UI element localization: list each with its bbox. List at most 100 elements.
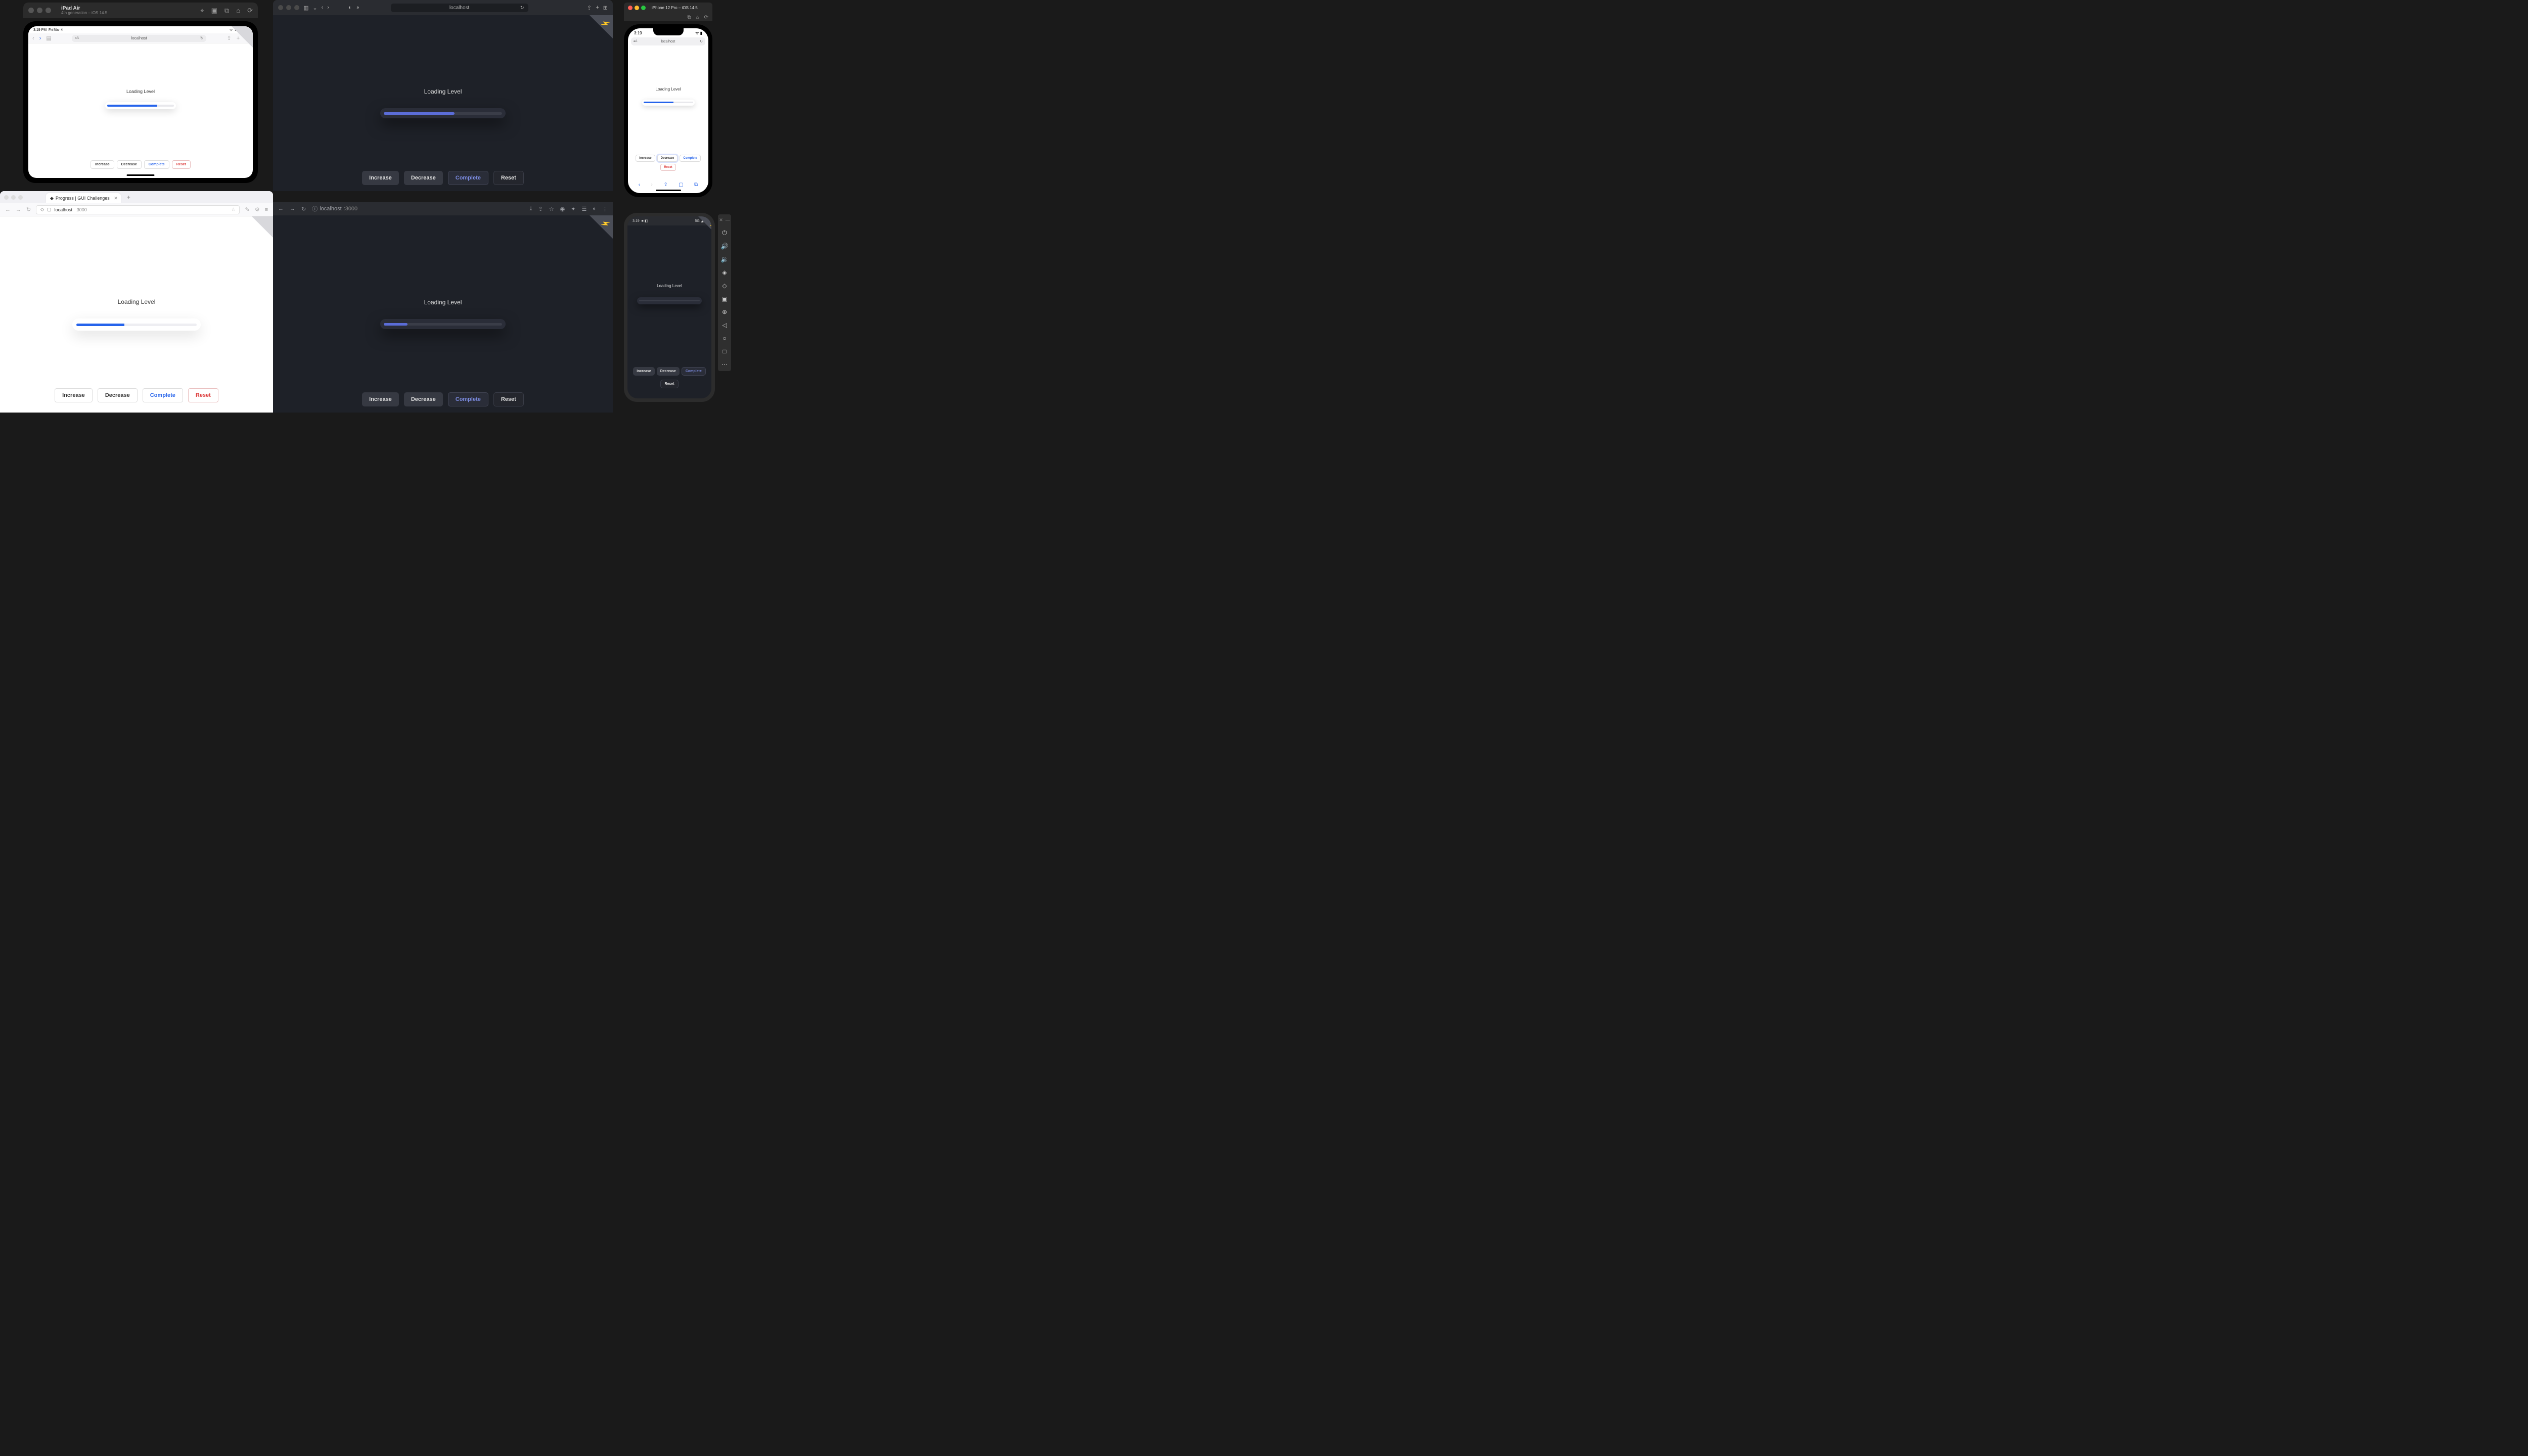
- reset-button[interactable]: Reset: [172, 160, 191, 169]
- close-icon[interactable]: [28, 8, 34, 13]
- tabs-icon[interactable]: ⧉: [694, 182, 698, 188]
- url-field[interactable]: localhost ↻: [391, 4, 528, 12]
- complete-button[interactable]: Complete: [448, 392, 488, 406]
- decrease-button[interactable]: Decrease: [98, 388, 138, 402]
- increase-button[interactable]: Increase: [55, 388, 93, 402]
- install-icon[interactable]: ⤓: [530, 206, 532, 212]
- decrease-button[interactable]: Decrease: [657, 155, 678, 162]
- forward-icon[interactable]: ›: [651, 182, 653, 188]
- decrease-button[interactable]: Decrease: [404, 392, 443, 406]
- sidebar-icon[interactable]: ▥: [303, 5, 308, 11]
- volume-up-icon[interactable]: 🔊: [721, 243, 729, 250]
- refresh-icon[interactable]: ↻: [200, 36, 204, 40]
- forward-icon[interactable]: ›: [327, 5, 329, 11]
- info-icon[interactable]: ⓘ: [312, 205, 318, 213]
- home-icon[interactable]: ⌂: [696, 15, 699, 20]
- complete-button[interactable]: Complete: [448, 171, 488, 185]
- share-icon[interactable]: ⇪: [587, 5, 592, 11]
- close-icon[interactable]: [4, 195, 9, 200]
- shield-icon[interactable]: ◐: [348, 5, 352, 11]
- bookmark-icon[interactable]: ☆: [231, 207, 235, 212]
- tabs-grid-icon[interactable]: ⊞: [603, 5, 608, 11]
- url-field[interactable]: ⓘ localhost:3000: [312, 205, 357, 213]
- forward-icon[interactable]: ›: [39, 35, 41, 41]
- volume-down-icon[interactable]: 🔉: [721, 256, 729, 263]
- complete-button[interactable]: Complete: [682, 367, 706, 376]
- complete-button[interactable]: Complete: [144, 160, 169, 169]
- eyedropper-icon[interactable]: ✎: [245, 206, 249, 213]
- lock-icon[interactable]: ▢: [47, 207, 52, 212]
- reset-button[interactable]: Reset: [660, 164, 675, 171]
- reset-button[interactable]: Reset: [188, 388, 218, 402]
- tab-close-icon[interactable]: ✕: [114, 196, 118, 201]
- refresh-icon[interactable]: ↻: [26, 206, 31, 213]
- refresh-icon[interactable]: ↻: [520, 5, 524, 11]
- share-icon[interactable]: ⇪: [538, 206, 543, 212]
- decrease-button[interactable]: Decrease: [404, 171, 443, 185]
- close-icon[interactable]: [278, 5, 283, 10]
- decrease-button[interactable]: Decrease: [657, 367, 680, 376]
- bookmark-icon[interactable]: ☆: [549, 206, 554, 212]
- share-icon[interactable]: ⇪: [663, 182, 667, 188]
- minimize-icon[interactable]: [286, 5, 291, 10]
- increase-button[interactable]: Increase: [636, 155, 655, 162]
- more-icon[interactable]: ⋯: [721, 361, 728, 368]
- screenshot-icon[interactable]: ⧉: [687, 15, 691, 20]
- account-icon[interactable]: ◐: [593, 206, 596, 212]
- refresh-icon[interactable]: ↻: [301, 206, 306, 212]
- reading-list-icon[interactable]: ☰: [581, 206, 586, 212]
- home-icon[interactable]: ⌂: [236, 7, 240, 15]
- devtools-flag-icon[interactable]: [590, 15, 613, 38]
- overview-icon[interactable]: □: [723, 348, 726, 355]
- reset-button[interactable]: Reset: [493, 171, 524, 185]
- close-icon[interactable]: ✕ —: [719, 217, 730, 223]
- shield-icon[interactable]: ◇: [40, 207, 44, 212]
- devtools-flag-icon[interactable]: [590, 215, 613, 239]
- close-icon[interactable]: [628, 6, 633, 10]
- forward-icon[interactable]: →: [16, 207, 21, 213]
- rotate-right-icon[interactable]: ◇: [722, 282, 727, 289]
- increase-button[interactable]: Increase: [91, 160, 114, 169]
- complete-button[interactable]: Complete: [680, 155, 700, 162]
- minimize-icon[interactable]: [11, 195, 16, 200]
- minimize-icon[interactable]: [37, 8, 42, 13]
- rotate-icon[interactable]: ⟳: [247, 7, 253, 15]
- devtools-flag-icon[interactable]: [252, 216, 273, 238]
- record-icon[interactable]: ⧉: [224, 7, 229, 15]
- url-field[interactable]: ◇ ▢ localhost:3000 ☆: [36, 205, 240, 214]
- power-icon[interactable]: ⏻: [722, 229, 727, 237]
- reader-icon[interactable]: aA: [634, 40, 637, 43]
- back-icon[interactable]: ←: [5, 207, 11, 213]
- zoom-icon[interactable]: [641, 6, 646, 10]
- theme-icon[interactable]: ◑: [356, 5, 359, 11]
- url-field[interactable]: aA localhost ↻: [631, 37, 705, 46]
- rotate-left-icon[interactable]: ◈: [722, 269, 727, 276]
- menu-icon[interactable]: ⋮: [602, 206, 608, 212]
- back-icon[interactable]: ◁: [722, 322, 727, 329]
- increase-button[interactable]: Increase: [362, 392, 399, 406]
- extensions-icon[interactable]: ⚙: [255, 206, 260, 213]
- zoom-icon[interactable]: [46, 8, 51, 13]
- back-icon[interactable]: ‹: [639, 182, 640, 188]
- decrease-button[interactable]: Decrease: [117, 160, 142, 169]
- extensions-icon[interactable]: ✦: [571, 206, 575, 212]
- back-icon[interactable]: ‹: [32, 35, 34, 41]
- rotate-icon[interactable]: ⟳: [704, 15, 708, 20]
- back-icon[interactable]: ←: [278, 206, 284, 212]
- new-tab-icon[interactable]: +: [596, 5, 599, 11]
- url-field[interactable]: aA localhost ↻: [72, 35, 207, 42]
- new-tab-icon[interactable]: +: [127, 194, 130, 201]
- refresh-icon[interactable]: ↻: [700, 39, 703, 43]
- zoom-icon[interactable]: [18, 195, 23, 200]
- pointer-icon[interactable]: ⌖: [200, 7, 204, 15]
- home-indicator[interactable]: [656, 190, 681, 191]
- increase-button[interactable]: Increase: [362, 171, 399, 185]
- forward-icon[interactable]: →: [290, 206, 295, 212]
- zoom-icon[interactable]: [294, 5, 299, 10]
- reset-button[interactable]: Reset: [660, 380, 678, 388]
- minimize-icon[interactable]: [635, 6, 639, 10]
- back-icon[interactable]: ‹: [322, 5, 324, 11]
- reader-icon[interactable]: aA: [75, 36, 79, 40]
- chevron-down-icon[interactable]: ⌄: [312, 5, 317, 11]
- home-icon[interactable]: ○: [723, 335, 726, 342]
